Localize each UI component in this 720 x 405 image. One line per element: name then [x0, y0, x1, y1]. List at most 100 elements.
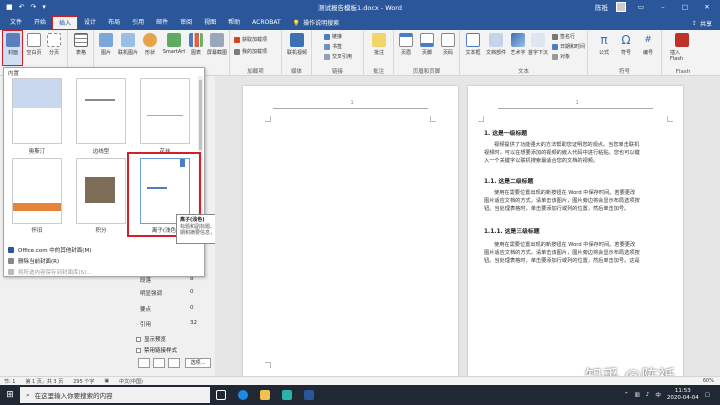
cover-integral[interactable]: [76, 158, 126, 224]
tab-insert[interactable]: 插入: [52, 16, 79, 30]
clock[interactable]: 11:53 2020-04-04: [667, 388, 699, 402]
cover-austin[interactable]: [12, 78, 62, 144]
paragraph-line[interactable]: 钮。当处理表格时，单击要添加行或列的位置，然后单击加号。这是: [484, 258, 640, 265]
word-taskbar-icon[interactable]: [298, 385, 320, 405]
paragraph-line[interactable]: 视频时，可以在想要添加的视频的嵌入代码中进行粘贴。您也可以键: [484, 150, 640, 157]
tab-mailings[interactable]: 邮件: [150, 16, 174, 30]
share-button[interactable]: ⇪ 共享: [692, 16, 720, 30]
wordart-button[interactable]: 艺术字: [508, 33, 528, 56]
maximize-icon[interactable]: □: [678, 3, 692, 11]
word-count[interactable]: 295 个字: [73, 378, 94, 385]
language-indicator[interactable]: 中文(中国): [119, 378, 143, 385]
cover-filigree[interactable]: [140, 78, 190, 144]
link-button[interactable]: 链接: [324, 33, 342, 40]
page-break-button[interactable]: 分页: [44, 33, 64, 56]
manage-styles-button[interactable]: [168, 358, 180, 368]
minimize-icon[interactable]: –: [656, 3, 670, 11]
more-covers-menu-item[interactable]: Office.com 中的其他封面(M): [8, 246, 91, 254]
textbox-button[interactable]: 文本框: [462, 33, 484, 56]
tab-review[interactable]: 审阅: [174, 16, 198, 30]
options-button[interactable]: 选项...: [185, 358, 211, 368]
document-page[interactable]: 1: [243, 86, 458, 376]
heading-1[interactable]: 1. 这是一级标题: [484, 128, 527, 137]
tab-references[interactable]: 引用: [126, 16, 150, 30]
footer-button[interactable]: 页脚: [417, 33, 437, 56]
tab-acrobat[interactable]: ACROBAT: [246, 16, 287, 30]
pictures-button[interactable]: 图片: [96, 33, 116, 56]
customize-qat-icon[interactable]: ▾: [42, 3, 46, 11]
my-addins-button[interactable]: 我的加载项: [234, 48, 267, 55]
disable-linked-styles-checkbox[interactable]: 禁用链接样式: [136, 346, 177, 354]
remove-cover-menu-item[interactable]: 删除当前封面(R): [8, 257, 59, 265]
drop-cap-button[interactable]: 首字下沉: [528, 33, 548, 56]
insert-flash-button[interactable]: 插入 Flash: [670, 33, 694, 62]
table-button[interactable]: 表格: [71, 33, 91, 56]
avatar[interactable]: [616, 2, 626, 12]
equation-button[interactable]: π 公式: [594, 33, 614, 56]
tab-layout[interactable]: 布局: [102, 16, 126, 30]
scrollbar-thumb[interactable]: [199, 80, 202, 150]
save-icon[interactable]: ■: [6, 3, 13, 11]
chart-button[interactable]: 图表: [186, 33, 206, 56]
paragraph-line[interactable]: 使用在需要位置出现的新按钮在 Word 中保存时间。若要更改: [494, 242, 635, 249]
online-pictures-button[interactable]: 联机图片: [118, 33, 138, 56]
date-time-button[interactable]: 日期和时间: [552, 43, 585, 50]
taskbar-search[interactable]: ⌕ 在这里输入你要搜索的内容: [20, 387, 210, 403]
signature-line-button[interactable]: 签名行: [552, 33, 575, 40]
heading-3[interactable]: 1.1.1. 这是三级标题: [484, 226, 540, 235]
user-name[interactable]: 陈祗: [595, 2, 608, 12]
screenshot-button[interactable]: 屏幕截图: [207, 33, 227, 56]
comment-button[interactable]: 批注: [369, 33, 389, 56]
bookmark-button[interactable]: 书签: [324, 43, 342, 50]
cross-reference-button[interactable]: 交叉引用: [324, 53, 352, 60]
paragraph-line[interactable]: 使用在需要位置出现的新按钮在 Word 中保存时间。若要更改: [494, 190, 635, 197]
heading-2[interactable]: 1.1. 这是二级标题: [484, 176, 533, 185]
cover-retrospect[interactable]: [12, 158, 62, 224]
paragraph-line[interactable]: 图片适应文档的方式，请单击该图片，图片旁边将会显示布局选项按: [484, 250, 640, 257]
section-indicator[interactable]: 节: 1: [4, 378, 15, 385]
page-number-button[interactable]: 页码: [438, 33, 458, 56]
volume-icon[interactable]: ♪: [646, 392, 650, 398]
app-c-icon[interactable]: [276, 385, 298, 405]
tab-design[interactable]: 设计: [78, 16, 102, 30]
paragraph-line[interactable]: 视频提供了功能强大的方法帮助您证明您的观点。当您单击联机: [494, 142, 639, 149]
task-view-icon[interactable]: [210, 385, 232, 405]
shapes-button[interactable]: 形状: [140, 33, 160, 56]
undo-icon[interactable]: ↶: [19, 3, 25, 11]
tell-me-search[interactable]: 💡 操作说明搜索: [287, 16, 346, 30]
document-area[interactable]: 1 1 1. 这是一级标题 视频提供了功能强大的方法帮助您证明您的观点。当您单击…: [215, 76, 720, 376]
paragraph-line[interactable]: 图片适应文档的方式，请单击该图片，图片旁边将会显示布局选项按: [484, 198, 640, 205]
cover-sideline[interactable]: [76, 78, 126, 144]
proofing-icon[interactable]: ▣: [104, 378, 109, 384]
tab-view[interactable]: 视图: [198, 16, 222, 30]
notification-icon[interactable]: ▢: [705, 392, 710, 398]
network-icon[interactable]: ▥: [635, 392, 640, 398]
tab-help[interactable]: 帮助: [222, 16, 246, 30]
symbol-button[interactable]: Ω 符号: [616, 33, 636, 56]
object-button[interactable]: 对象: [552, 53, 570, 60]
document-page[interactable]: 1 1. 这是一级标题 视频提供了功能强大的方法帮助您证明您的观点。当您单击联机…: [468, 86, 683, 376]
show-preview-checkbox[interactable]: 显示预览: [136, 335, 166, 343]
tab-home[interactable]: 开始: [28, 16, 52, 30]
file-explorer-icon[interactable]: [254, 385, 276, 405]
number-button[interactable]: # 编号: [638, 33, 658, 56]
tab-file[interactable]: 文件: [4, 16, 28, 30]
ribbon-display-icon[interactable]: ▭: [634, 3, 648, 11]
header-button[interactable]: 页眉: [396, 33, 416, 56]
online-video-button[interactable]: 联机视频: [287, 33, 307, 56]
zoom-level[interactable]: 60%: [703, 378, 720, 384]
page-indicator[interactable]: 第 1 页，共 3 页: [25, 378, 63, 385]
smartart-button[interactable]: SmartArt: [162, 33, 186, 55]
close-icon[interactable]: ✕: [700, 3, 714, 11]
ime-indicator[interactable]: 中: [655, 391, 661, 399]
paragraph-line[interactable]: 钮。当处理表格时，单击要添加行或列的位置，然后单击加号。: [484, 206, 629, 213]
tray-arrow-icon[interactable]: ⌃: [624, 392, 629, 398]
edge-icon[interactable]: [232, 385, 254, 405]
quick-parts-button[interactable]: 文档部件: [485, 33, 507, 56]
windows-start-icon[interactable]: ⊞: [0, 390, 20, 400]
redo-icon[interactable]: ↷: [31, 3, 37, 11]
new-style-button[interactable]: [138, 358, 150, 368]
blank-page-button[interactable]: 空白页: [24, 33, 44, 56]
style-inspector-button[interactable]: [153, 358, 165, 368]
get-addins-button[interactable]: 获取加载项: [234, 36, 267, 43]
